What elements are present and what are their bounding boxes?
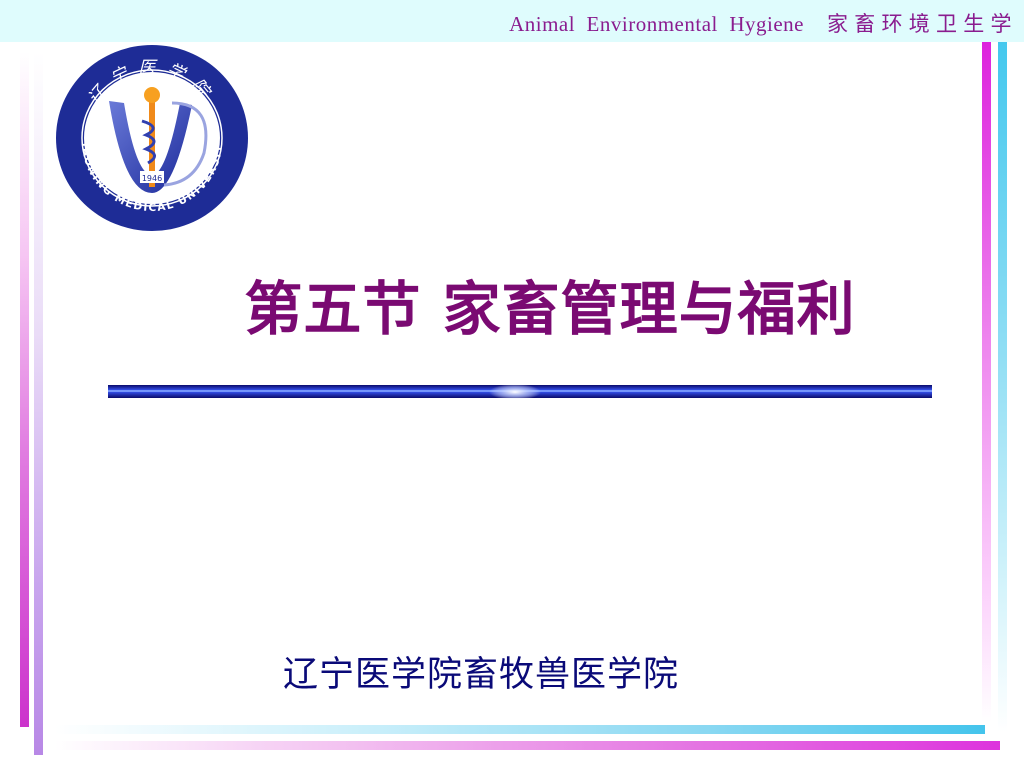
page-title: 第五节 家畜管理与福利	[244, 275, 856, 343]
header-bar: Animal Environmental Hygiene 家 畜 环 境 卫 生…	[0, 0, 1024, 42]
title-divider	[108, 384, 932, 400]
decorative-bar-right-cyan	[998, 42, 1007, 732]
header-text: Animal Environmental Hygiene 家 畜 环 境 卫 生…	[509, 12, 1012, 36]
decorative-bar-left-magenta	[20, 52, 29, 727]
logo-year: 1946	[142, 174, 162, 183]
decorative-bar-right-magenta	[982, 42, 991, 722]
decorative-bar-left-violet	[34, 52, 43, 755]
university-emblem-icon: LIAONING MEDICAL UNIVERSITY 辽宁医学院 1946	[54, 43, 248, 231]
institution-name: 辽宁医学院畜牧兽医学院	[283, 655, 680, 695]
decorative-bar-bottom-cyan	[55, 725, 985, 734]
decorative-bar-bottom-magenta	[55, 741, 1000, 750]
